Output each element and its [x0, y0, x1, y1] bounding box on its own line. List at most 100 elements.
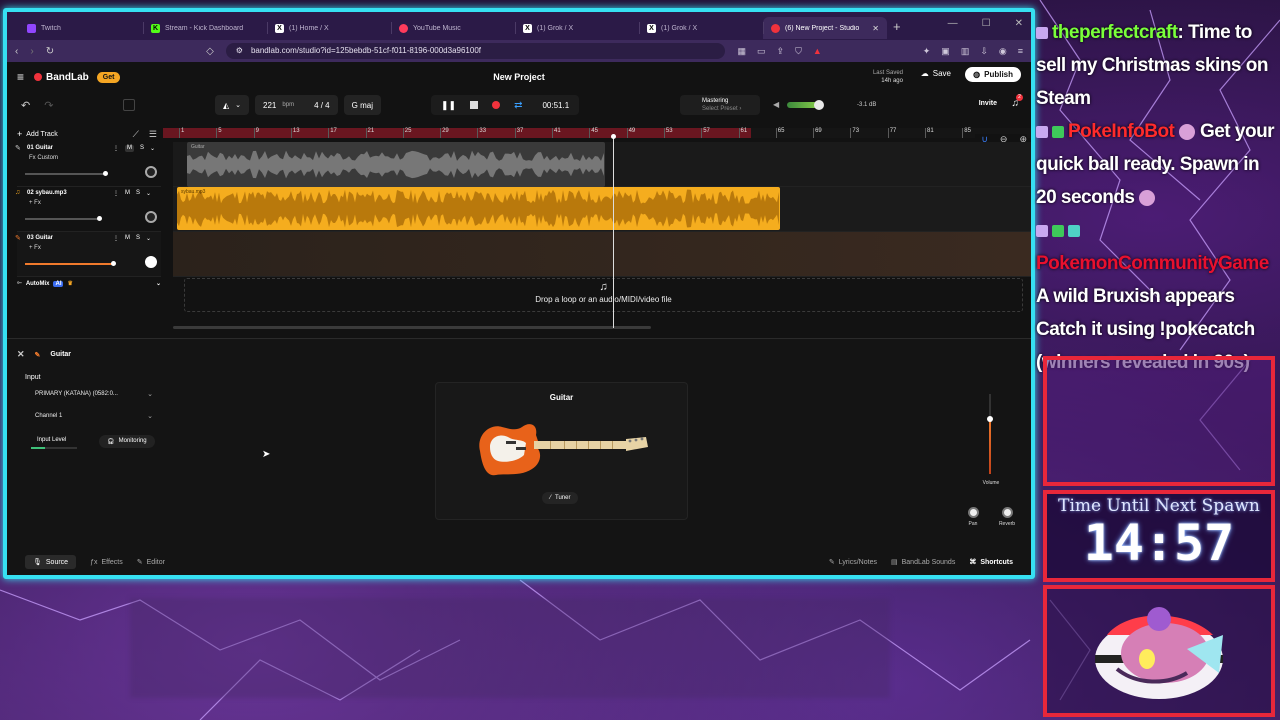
volume-fader[interactable]: Volume: [977, 394, 1003, 486]
get-membership-button[interactable]: Get: [96, 71, 121, 83]
track-name[interactable]: 02 sybau.mp3: [27, 190, 67, 196]
mute-button[interactable]: M: [125, 190, 130, 197]
solo-button[interactable]: S: [136, 190, 140, 197]
tab-editor[interactable]: ✎ Editor: [137, 558, 165, 567]
guitar-clip[interactable]: [187, 142, 619, 187]
mute-button[interactable]: M: [125, 145, 134, 152]
add-track-button[interactable]: + Add Track ⟋ ☰: [17, 126, 157, 142]
share-icon[interactable]: ⇪: [777, 46, 785, 57]
chevron-down-icon[interactable]: ⌄: [150, 145, 155, 152]
track-header[interactable]: ♫ 02 sybau.mp3 + Fx ⋮ M S ⌄: [15, 187, 161, 232]
solo-button[interactable]: S: [136, 235, 140, 242]
track-fx[interactable]: + Fx: [29, 245, 41, 251]
loop-icon[interactable]: ⇄: [514, 100, 522, 111]
chevron-down-icon[interactable]: ⌄: [146, 190, 151, 197]
pause-icon[interactable]: ❚❚: [441, 100, 456, 111]
track-name[interactable]: 01 Guitar: [27, 145, 53, 151]
apps-icon[interactable]: ▦: [737, 46, 746, 57]
playhead[interactable]: [611, 134, 616, 328]
back-icon[interactable]: ‹: [15, 46, 18, 57]
site-info-icon[interactable]: ⚙: [236, 43, 243, 59]
reload-icon[interactable]: ↻: [46, 46, 54, 57]
mastering-button[interactable]: Mastering Select Preset ›: [680, 95, 760, 115]
browser-tab[interactable]: X (1) Home / X: [267, 17, 391, 39]
extensions-icon[interactable]: ✦: [923, 46, 931, 57]
loop-region[interactable]: [163, 128, 751, 138]
menu-icon[interactable]: ≡: [1018, 46, 1023, 57]
undo-icon[interactable]: ↶: [21, 99, 30, 112]
slider-knob[interactable]: [97, 216, 102, 221]
browser-tab[interactable]: YouTube Music: [391, 17, 515, 39]
pan-knob[interactable]: [967, 507, 979, 518]
bell-icon[interactable]: ♫ 2: [1012, 94, 1023, 109]
lyrics-button[interactable]: ✎ Lyrics/Notes: [829, 558, 877, 567]
shield-icon[interactable]: ⛉: [795, 46, 802, 57]
speaker-icon[interactable]: ◀: [773, 100, 779, 109]
profile-icon[interactable]: ◉: [999, 46, 1007, 57]
reverb-control[interactable]: Reverb: [996, 507, 1018, 527]
track-lane-selected[interactable]: [173, 232, 1031, 277]
settings-list-icon[interactable]: ☰: [149, 129, 157, 140]
close-window-icon[interactable]: ✕: [1015, 18, 1023, 29]
tab-effects[interactable]: ƒx Effects: [90, 559, 123, 566]
horizontal-scrollbar[interactable]: [173, 326, 651, 329]
cast-icon[interactable]: ▭: [757, 46, 766, 57]
stop-icon[interactable]: [470, 101, 479, 109]
maximize-icon[interactable]: ☐: [982, 18, 991, 29]
forward-icon[interactable]: ›: [30, 46, 33, 57]
pan-knob[interactable]: [145, 166, 157, 178]
more-icon[interactable]: ⋮: [113, 235, 119, 242]
drop-zone[interactable]: ♫ Drop a loop or an audio/MIDI/video fil…: [184, 278, 1023, 312]
browser-tab[interactable]: X (1) Grok / X: [515, 17, 639, 39]
download-icon[interactable]: ⇩: [980, 46, 988, 57]
pan-knob[interactable]: [145, 211, 157, 223]
wallet-icon[interactable]: ▣: [941, 46, 950, 57]
track-volume-slider[interactable]: [25, 261, 116, 266]
key-field[interactable]: G maj: [343, 95, 381, 115]
hamburger-icon[interactable]: ≡: [17, 70, 24, 84]
close-icon[interactable]: ✕: [872, 24, 879, 33]
input-device-select[interactable]: PRIMARY (KATANA) (0582:0... ⌄: [27, 387, 159, 403]
alert-icon[interactable]: ▲: [813, 46, 822, 57]
save-button[interactable]: ☁ Save: [921, 69, 951, 78]
bookmark-icon[interactable]: ◇: [206, 46, 214, 57]
browser-tab[interactable]: X (1) Grok / X: [639, 17, 763, 39]
slider-knob[interactable]: [103, 171, 108, 176]
more-icon[interactable]: ⋮: [113, 145, 119, 152]
timeline-ruler[interactable]: 1 5 9 13 17 21 25 29 33 37 41 45 49 53 57 61 65 69 73 77 81 8…: [163, 128, 1031, 145]
monitoring-button[interactable]: 🎧︎ Monitoring: [99, 435, 155, 448]
browser-tab[interactable]: Twitch: [19, 17, 143, 39]
browser-tab[interactable]: K Stream - Kick Dashboard: [143, 17, 267, 39]
bandlab-logo[interactable]: BandLab: [34, 72, 89, 83]
wand-icon[interactable]: ⟋: [133, 129, 139, 140]
mute-button[interactable]: M: [125, 235, 130, 242]
track-name[interactable]: 03 Guitar: [27, 235, 53, 241]
shortcuts-button[interactable]: ⌘ Shortcuts: [969, 558, 1013, 567]
invite-button[interactable]: Invite: [979, 100, 997, 107]
more-icon[interactable]: ⋮: [113, 190, 119, 197]
tuner-button[interactable]: ⁄ Tuner: [542, 492, 579, 504]
fader-knob[interactable]: [987, 416, 993, 422]
url-field[interactable]: ⚙ bandlab.com/studio?id=125bebdb-51cf-f0…: [225, 43, 726, 59]
redo-icon[interactable]: ↷: [44, 99, 53, 112]
audio-clip[interactable]: [177, 187, 787, 232]
tab-source[interactable]: 🎙︎ Source: [25, 555, 77, 569]
tempo-field[interactable]: 221 bpm 4 / 4: [255, 95, 338, 115]
track-lane[interactable]: sybau.mp3: [173, 187, 1031, 232]
slider-knob[interactable]: [814, 99, 825, 110]
track-header[interactable]: ✎ 03 Guitar + Fx ⋮ M S ⌄: [15, 232, 161, 277]
minimize-icon[interactable]: —: [948, 18, 958, 29]
browser-tab-active[interactable]: (6) New Project - Studio ✕: [763, 17, 887, 39]
track-lane[interactable]: Guitar: [173, 142, 1031, 187]
track-header[interactable]: ✎ 01 Guitar Fx Custom ⋮ M S ⌄: [15, 142, 161, 187]
record-icon[interactable]: [492, 101, 501, 109]
new-tab-button[interactable]: +: [893, 19, 901, 34]
reverb-knob[interactable]: [1001, 507, 1013, 518]
close-icon[interactable]: ✕: [17, 349, 25, 360]
sidebar-icon[interactable]: ▥: [961, 46, 970, 57]
bandlab-sounds-button[interactable]: ▤ BandLab Sounds: [891, 558, 955, 567]
time-signature[interactable]: 4 / 4: [314, 101, 330, 110]
track-fx[interactable]: + Fx: [29, 200, 41, 206]
chevron-down-icon[interactable]: ⌄: [146, 235, 151, 242]
automix-row[interactable]: ⟜ AutoMix AI ♛ ⌄: [17, 280, 161, 287]
